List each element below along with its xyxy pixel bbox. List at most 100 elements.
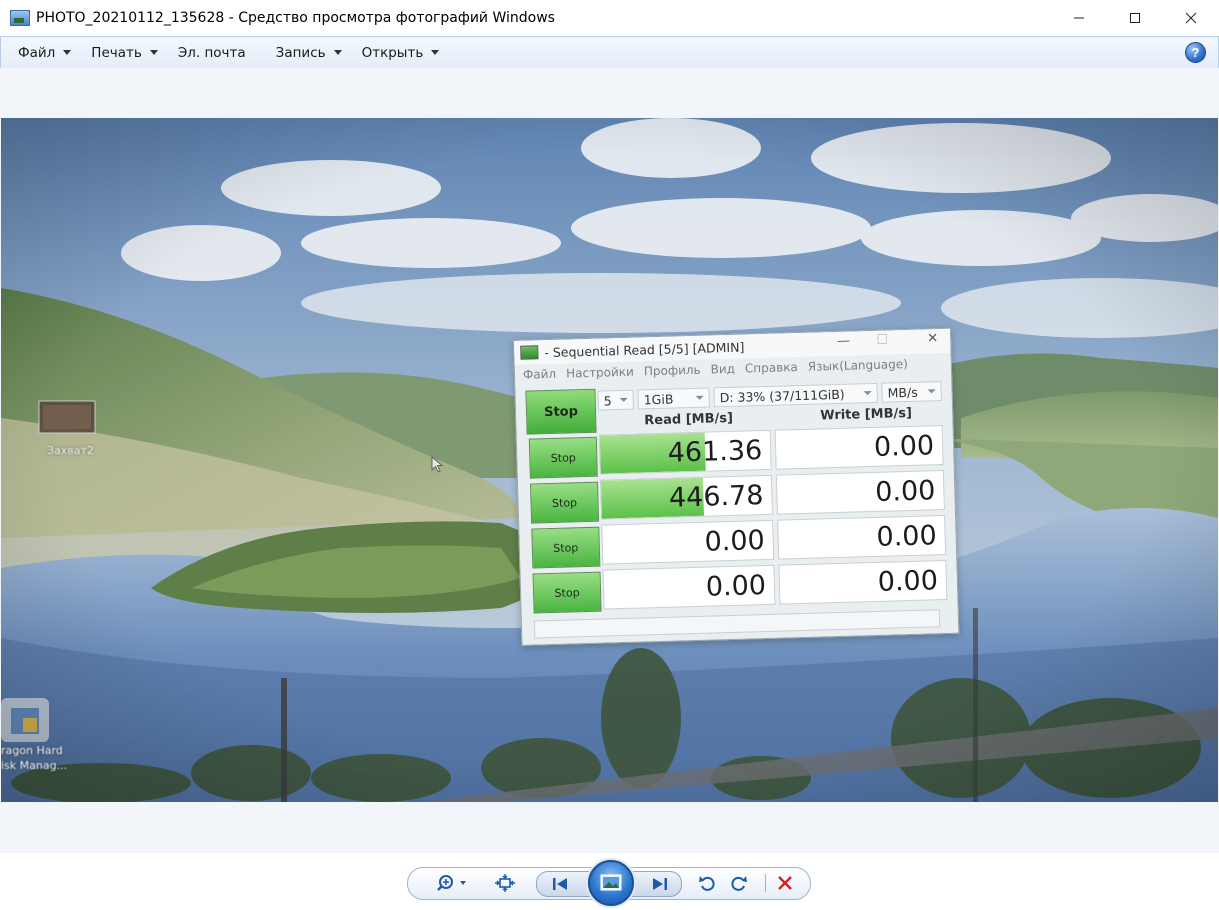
viewer-toolbar: [407, 860, 811, 906]
benchmark-unit-value: MB/s: [887, 384, 918, 401]
close-icon: [1185, 12, 1197, 24]
benchmark-title: - Sequential Read [5/5] [ADMIN]: [544, 339, 745, 360]
write-result-cell: 0.00: [777, 515, 947, 560]
window-title: PHOTO_20210112_135628 - Средство просмот…: [36, 10, 555, 26]
mouse-cursor-icon: [431, 456, 444, 473]
benchmark-close-icon: ✕: [927, 331, 939, 347]
maximize-button[interactable]: [1107, 0, 1163, 36]
menu-file[interactable]: Файл: [10, 41, 79, 65]
read-result-cell: 446.78: [599, 474, 773, 520]
benchmark-app-icon: [520, 345, 539, 360]
benchmark-menu-item: Вид: [710, 361, 736, 377]
write-column-header: Write [MB/s]: [820, 405, 913, 424]
menu-burn[interactable]: Запись: [268, 41, 350, 65]
minimize-icon: [1074, 17, 1084, 19]
menu-email[interactable]: Эл. почта: [170, 41, 254, 65]
slideshow-button[interactable]: [588, 860, 634, 906]
write-result-bar: [776, 475, 778, 514]
help-button[interactable]: ?: [1185, 42, 1206, 63]
fit-to-window-button[interactable]: [492, 872, 518, 894]
desktop-icon-label: isk Manag...: [1, 759, 68, 772]
write-result-value: 0.00: [873, 430, 935, 463]
write-result-bar: [778, 520, 780, 559]
benchmark-menu-item: Язык(Language): [807, 356, 908, 374]
write-result-bar: [779, 565, 781, 604]
fit-to-window-icon: [495, 874, 515, 892]
write-result-bar: [775, 430, 777, 469]
chevron-down-icon: [863, 391, 872, 396]
toolbar-separator: [765, 874, 766, 892]
benchmark-row-stop-button: Stop: [528, 436, 598, 479]
close-button[interactable]: [1163, 0, 1219, 36]
benchmark-size-select: 1GiB: [637, 387, 710, 410]
maximize-icon: [1130, 13, 1140, 23]
menu-print[interactable]: Печать: [83, 41, 166, 65]
photo-viewer-app-icon: [10, 10, 30, 26]
next-icon: [653, 878, 667, 890]
benchmark-menu-item: Справка: [744, 360, 798, 376]
chevron-down-icon: [695, 395, 704, 400]
rotate-right-icon: [731, 876, 747, 891]
write-result-value: 0.00: [876, 520, 938, 553]
minimize-button[interactable]: [1051, 0, 1107, 36]
slideshow-icon: [600, 874, 622, 891]
read-result-bar: [602, 525, 604, 564]
menu-open[interactable]: Открыть: [354, 41, 448, 65]
chevron-down-icon: [63, 50, 72, 55]
desktop-icon-label: Захват2: [47, 444, 94, 457]
zoom-icon: [437, 875, 466, 891]
chevron-down-icon: [149, 50, 158, 55]
menu-bar: Файл Печать Эл. почта Запись Открыть ?: [0, 36, 1219, 69]
previous-button[interactable]: [547, 873, 573, 895]
write-result-cell: 0.00: [774, 425, 944, 470]
chevron-down-icon: [333, 50, 342, 55]
help-icon: ?: [1191, 45, 1200, 60]
benchmark-menu-item: Настройки: [565, 364, 635, 381]
read-result-bar: [603, 570, 605, 609]
title-bar: PHOTO_20210112_135628 - Средство просмот…: [0, 0, 1219, 36]
window-controls: [1051, 0, 1219, 36]
delete-icon: [778, 876, 792, 890]
benchmark-row-stop-button: Stop: [530, 481, 600, 524]
menu-burn-label: Запись: [275, 44, 326, 61]
read-result-cell: 0.00: [601, 519, 775, 565]
benchmark-count-select: 5: [597, 389, 634, 411]
menu-email-label: Эл. почта: [177, 44, 246, 61]
desktop-icon-label: ragon Hard: [1, 744, 63, 757]
write-result-value: 0.00: [874, 475, 936, 508]
menu-print-label: Печать: [91, 44, 142, 61]
chevron-down-icon: [927, 389, 936, 394]
benchmark-minimize-icon: —: [836, 333, 851, 349]
zoom-button[interactable]: [436, 872, 470, 894]
benchmark-drive-select: D: 33% (37/111GiB): [713, 382, 878, 408]
next-button[interactable]: [647, 873, 673, 895]
benchmark-count-value: 5: [603, 392, 612, 408]
benchmark-status-bar: [533, 609, 941, 639]
menu-open-label: Открыть: [361, 44, 424, 61]
rotate-right-button[interactable]: [726, 872, 752, 894]
write-result-cell: 0.00: [778, 559, 948, 605]
photo-image[interactable]: Захват2 ragon Hard isk Manag... - Sequen…: [1, 118, 1218, 802]
rotate-left-button[interactable]: [694, 872, 720, 894]
rotate-left-icon: [699, 876, 715, 891]
photo-viewer-window: PHOTO_20210112_135628 - Средство просмот…: [0, 0, 1219, 910]
benchmark-menu-item: Файл: [522, 366, 557, 382]
chevron-down-icon: [619, 397, 628, 403]
benchmark-size-value: 1GiB: [643, 391, 674, 407]
read-result-cell: 0.00: [602, 564, 776, 610]
benchmark-row-stop-button: Stop: [532, 571, 602, 614]
delete-button[interactable]: [772, 872, 798, 894]
benchmark-window: - Sequential Read [5/5] [ADMIN] — ☐ ✕ Фа…: [513, 327, 960, 646]
menu-file-label: Файл: [18, 44, 56, 61]
read-column-header: Read [MB/s]: [644, 410, 734, 429]
benchmark-unit-select: MB/s: [881, 381, 942, 403]
read-result-value: 0.00: [705, 570, 767, 603]
write-result-value: 0.00: [877, 565, 939, 598]
chevron-down-icon: [431, 50, 440, 55]
read-result-cell: 461.36: [598, 429, 772, 475]
benchmark-main-stop-button: Stop: [525, 388, 597, 435]
benchmark-menu-item: Профиль: [643, 362, 701, 379]
read-result-value: 446.78: [668, 480, 764, 514]
read-result-value: 0.00: [704, 525, 766, 558]
write-result-cell: 0.00: [775, 470, 945, 515]
